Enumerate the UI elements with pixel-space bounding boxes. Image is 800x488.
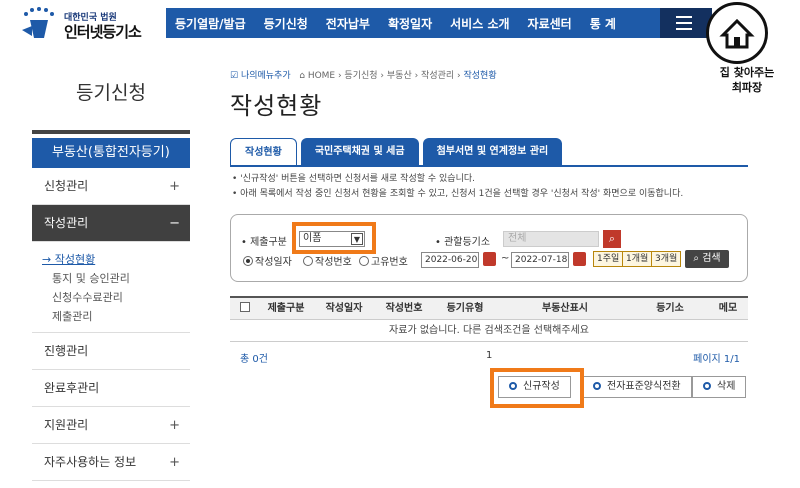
period-1week-button[interactable]: 1주일	[593, 251, 624, 267]
column-header: 등기소	[656, 303, 684, 314]
tab-bond-tax[interactable]: 국민주택채권 및 세금	[300, 138, 419, 166]
highlight-box	[490, 368, 584, 408]
nav-item-stats[interactable]: 통 계	[581, 15, 625, 32]
sidebar-item-support[interactable]: 지원관리 +	[32, 407, 190, 444]
radio-unique-number[interactable]: 고유번호	[359, 253, 408, 268]
page-info: 페이지 1/1	[693, 354, 740, 365]
date-to-input[interactable]: 2022-07-18	[511, 252, 569, 268]
watermark-line2: 최파장	[731, 81, 763, 94]
period-1month-button[interactable]: 1개월	[622, 251, 653, 267]
nav-item-service[interactable]: 서비스 소개	[441, 15, 518, 32]
table-header: 제출구분 작성일자 작성번호 등기유형 부동산표시 등기소 메모	[230, 296, 748, 320]
sidebar-item-frequent-info[interactable]: 자주사용하는 정보 +	[32, 444, 190, 481]
date-range-tilde: ~	[501, 253, 510, 264]
global-nav: 등기열람/발급 등기신청 전자납부 확정일자 서비스 소개 자료센터 통 계	[166, 8, 712, 38]
notice-line: • '신규작성' 버튼을 선택하면 신청서를 새로 작성할 수 있습니다.	[232, 174, 476, 184]
search-icon[interactable]: ⌕	[603, 230, 621, 248]
court-label: • 관할등기소	[435, 237, 491, 248]
minus-icon: −	[169, 216, 180, 231]
total-count: 총 0건	[240, 354, 268, 365]
sidebar-item-write-manage[interactable]: 작성관리 −	[32, 205, 190, 242]
submenu-item-notice[interactable]: 통지 및 승인관리	[42, 269, 190, 288]
highlight-box	[292, 222, 376, 254]
breadcrumb-path[interactable]: HOME › 등기신청 › 부동산 › 작성관리 ›	[308, 71, 464, 81]
calendar-icon[interactable]	[483, 252, 496, 266]
top-bar: 대한민국 법원 인터넷등기소 등기열람/발급 등기신청 전자납부 확정일자 서비…	[0, 0, 800, 46]
submenu-item-status[interactable]: → 작성현황	[42, 250, 190, 269]
sidebar-item-label: 신청관리	[44, 179, 89, 193]
submenu-item-submit[interactable]: 제출관리	[42, 307, 190, 326]
breadcrumb-current: 작성현황	[463, 71, 497, 81]
nav-item-payment[interactable]: 전자납부	[317, 15, 379, 32]
search-icon: ⌕	[693, 253, 699, 264]
sidebar-item-label: 자주사용하는 정보	[44, 455, 137, 469]
page-number[interactable]: 1	[486, 350, 492, 361]
watermark-line1: 집 찾아주는	[719, 66, 775, 79]
radio-write-date[interactable]: 작성일자	[243, 253, 292, 268]
tab-underline	[230, 165, 748, 167]
column-header: 메모	[718, 303, 738, 314]
hamburger-icon	[676, 16, 692, 30]
calendar-icon[interactable]	[573, 252, 586, 266]
site-logo[interactable]: 대한민국 법원 인터넷등기소	[18, 6, 158, 42]
circle-icon	[593, 382, 601, 390]
my-menu-add-link[interactable]: ☑ 나의메뉴추가	[230, 71, 291, 81]
sidebar-item-label: 작성관리	[44, 216, 89, 230]
sidebar-submenu: → 작성현황 통지 및 승인관리 신청수수료관리 제출관리	[32, 242, 190, 333]
sidebar-item-label: 진행관리	[44, 344, 89, 358]
sidebar-item-post-complete[interactable]: 완료후관리	[32, 370, 190, 407]
sidebar-item-label: 지원관리	[44, 418, 89, 432]
plus-icon: +	[169, 179, 180, 194]
nav-item-view[interactable]: 등기열람/발급	[166, 15, 255, 32]
sidebar: 부동산(통합전자등기) 신청관리 + 작성관리 − → 작성현황 통지 및 승인…	[32, 130, 190, 481]
sidebar-item-progress[interactable]: 진행관리	[32, 333, 190, 370]
period-3month-button[interactable]: 3개월	[651, 251, 682, 267]
column-header: 제출구분	[267, 303, 305, 314]
home-icon: ⌂	[299, 71, 305, 81]
notice-line: • 아래 목록에서 작성 중인 신청서 현황을 조회할 수 있고, 신청서 1건…	[232, 189, 684, 199]
court-input[interactable]: 전체	[503, 231, 599, 247]
sidebar-item-label: 완료후관리	[44, 381, 100, 395]
circle-icon	[703, 382, 711, 390]
plus-icon: +	[169, 418, 180, 433]
page-title: 작성현황	[230, 92, 323, 120]
column-header: 작성일자	[325, 303, 363, 314]
date-from-input[interactable]: 2022-06-20	[421, 252, 479, 268]
watermark-badge: 집 찾아주는 최파장	[694, 2, 800, 102]
convert-standard-button[interactable]: 전자표준양식전환	[582, 376, 692, 398]
submit-type-label: • 제출구분	[241, 237, 287, 248]
court-emblem-icon	[22, 7, 54, 38]
column-header: 부동산표시	[542, 303, 588, 314]
delete-button[interactable]: 삭제	[692, 376, 747, 398]
sidebar-title: 등기신청	[76, 82, 146, 104]
plus-icon: +	[169, 455, 180, 470]
sidebar-section-header[interactable]: 부동산(통합전자등기)	[32, 138, 190, 168]
table-empty-row: 자료가 없습니다. 다른 검색조건을 선택해주세요	[230, 320, 748, 342]
column-header: 작성번호	[385, 303, 423, 314]
radio-write-number[interactable]: 작성번호	[303, 253, 352, 268]
tab-attachments[interactable]: 첨부서면 및 연계정보 관리	[422, 138, 563, 166]
site-name: 인터넷등기소	[64, 23, 142, 41]
breadcrumb: ☑ 나의메뉴추가 ⌂ HOME › 등기신청 › 부동산 › 작성관리 › 작성…	[230, 68, 497, 81]
house-pin-icon	[706, 2, 768, 64]
submenu-item-fee[interactable]: 신청수수료관리	[42, 288, 190, 307]
sidebar-item-apply-manage[interactable]: 신청관리 +	[32, 168, 190, 205]
search-button[interactable]: ⌕ 검색	[685, 250, 729, 268]
result-table: 제출구분 작성일자 작성번호 등기유형 부동산표시 등기소 메모 자료가 없습니…	[230, 296, 748, 342]
nav-item-apply[interactable]: 등기신청	[255, 15, 317, 32]
sidebar-divider	[32, 130, 190, 134]
select-all-checkbox[interactable]	[230, 298, 260, 319]
nav-item-data-center[interactable]: 자료센터	[519, 15, 581, 32]
tab-write-status[interactable]: 작성현황	[230, 138, 297, 166]
notice-text: • '신규작성' 버튼을 선택하면 신청서를 새로 작성할 수 있습니다. • …	[232, 172, 683, 202]
column-header: 등기유형	[446, 303, 484, 314]
tab-bar: 작성현황 국민주택채권 및 세금 첨부서면 및 연계정보 관리	[230, 138, 566, 166]
nav-item-fixed-date[interactable]: 확정일자	[379, 15, 441, 32]
